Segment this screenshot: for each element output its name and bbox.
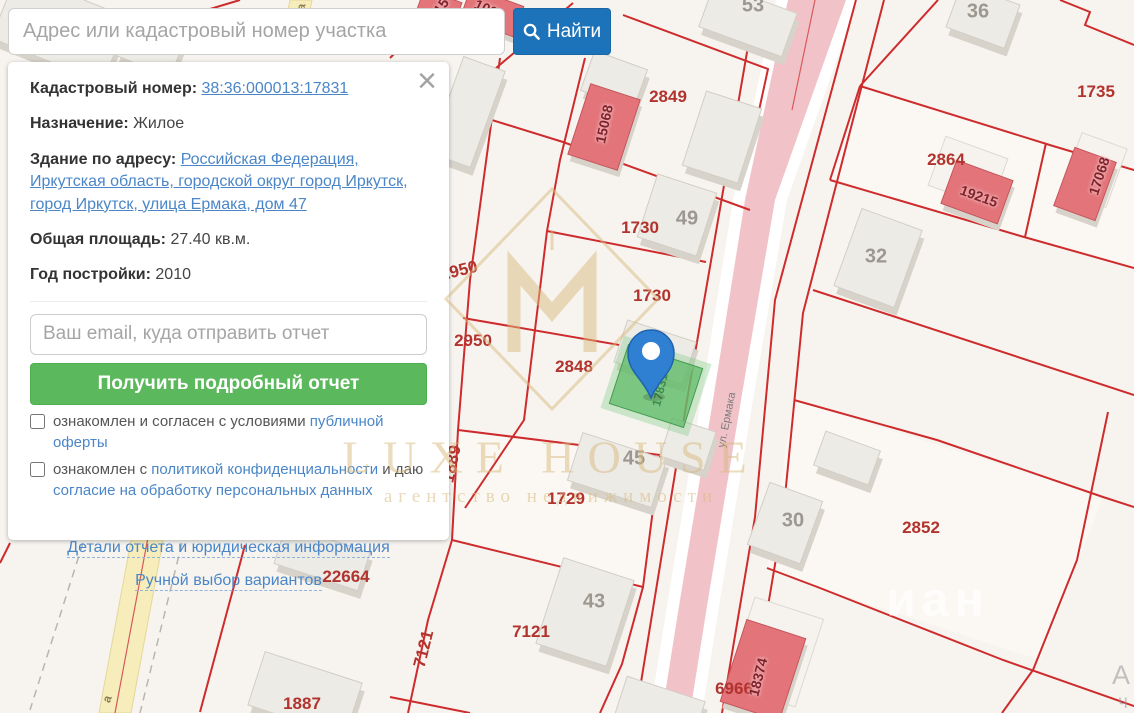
privacy-checkbox[interactable] bbox=[30, 462, 45, 477]
personal-data-link[interactable]: согласие на обработку персональных данны… bbox=[53, 482, 373, 499]
panel-links: Детали отчета и юридическая информация Р… bbox=[30, 525, 427, 591]
address-label: Здание по адресу: bbox=[30, 151, 176, 168]
offer-text: ознакомлен и согласен с условиями bbox=[53, 413, 310, 430]
purpose-label: Назначение: bbox=[30, 115, 129, 132]
get-report-button[interactable]: Получить подробный отчет bbox=[30, 363, 427, 405]
search-button-label: Найти bbox=[547, 21, 601, 43]
year-row: Год постройки: 2010 bbox=[30, 264, 427, 286]
cadastral-number-link[interactable]: 38:36:000013:17831 bbox=[202, 80, 349, 97]
address-row: Здание по адресу: Российская Федерация, … bbox=[30, 149, 427, 216]
privacy-text: ознакомлен с bbox=[53, 461, 151, 478]
privacy-policy-link[interactable]: политикой конфиденциальности bbox=[151, 461, 378, 478]
year-label: Год постройки: bbox=[30, 266, 151, 283]
close-icon[interactable]: × bbox=[417, 64, 437, 98]
search-input[interactable] bbox=[8, 8, 505, 55]
search-icon bbox=[523, 23, 540, 40]
area-row: Общая площадь: 27.40 кв.м. bbox=[30, 229, 427, 251]
report-details-link[interactable]: Детали отчета и юридическая информация bbox=[67, 539, 390, 558]
offer-checkbox-row: ознакомлен и согласен с условиями публич… bbox=[30, 411, 427, 453]
privacy-mid-text: и даю bbox=[378, 461, 423, 478]
email-field[interactable] bbox=[30, 314, 427, 355]
divider bbox=[30, 301, 427, 302]
search-button[interactable]: Найти bbox=[513, 8, 611, 55]
parcel-info-panel: × Кадастровый номер: 38:36:000013:17831 … bbox=[8, 62, 449, 540]
cadastral-number-row: Кадастровый номер: 38:36:000013:17831 bbox=[30, 78, 427, 100]
year-value: 2010 bbox=[155, 266, 191, 283]
cadastral-number-label: Кадастровый номер: bbox=[30, 80, 197, 97]
privacy-checkbox-text: ознакомлен с политикой конфиденциальност… bbox=[53, 459, 427, 501]
offer-checkbox-text: ознакомлен и согласен с условиями публич… bbox=[53, 411, 427, 453]
offer-checkbox[interactable] bbox=[30, 414, 45, 429]
manual-select-link[interactable]: Ручной выбор вариантов bbox=[135, 572, 322, 591]
purpose-value: Жилое bbox=[133, 115, 184, 132]
area-label: Общая площадь: bbox=[30, 231, 166, 248]
area-value: 27.40 кв.м. bbox=[170, 231, 250, 248]
privacy-checkbox-row: ознакомлен с политикой конфиденциальност… bbox=[30, 459, 427, 501]
search-bar: Найти bbox=[8, 8, 611, 55]
purpose-row: Назначение: Жилое bbox=[30, 113, 427, 135]
map-viewport[interactable]: 2849173017302950295028481729188922664712… bbox=[0, 0, 1134, 713]
